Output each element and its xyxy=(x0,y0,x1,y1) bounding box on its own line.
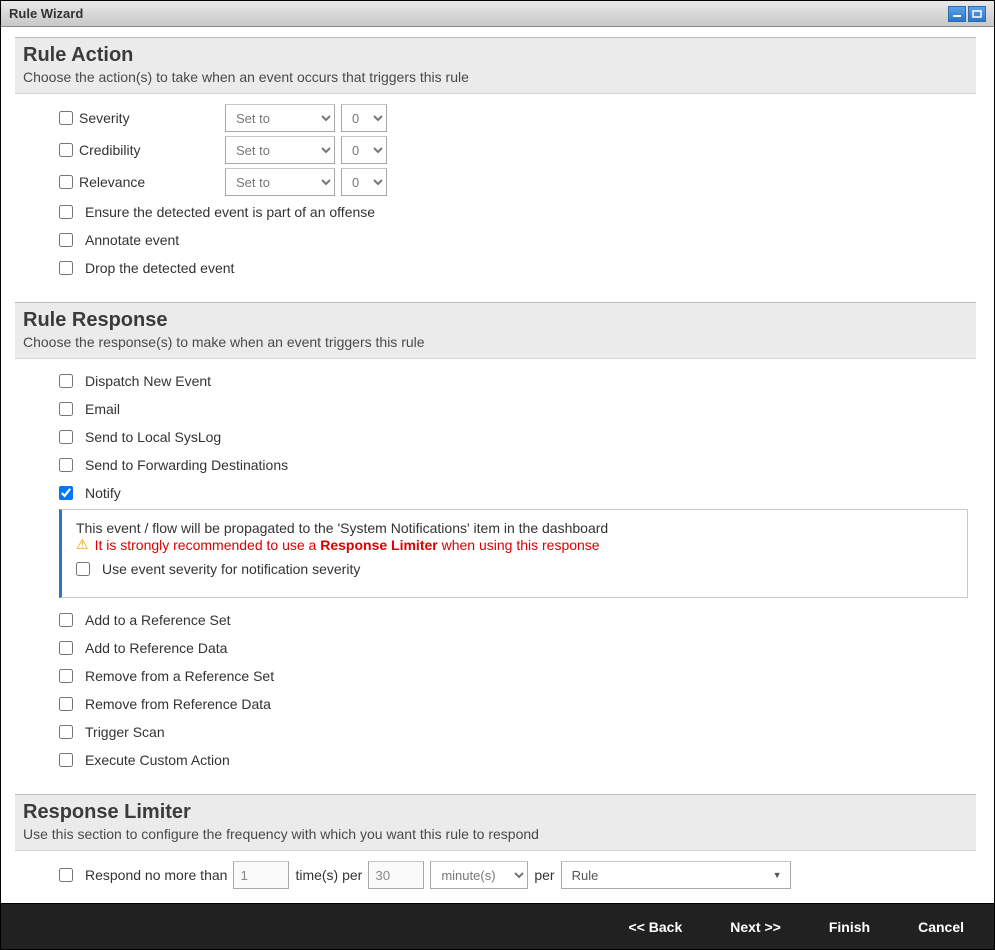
dispatch-checkbox[interactable] xyxy=(59,374,73,388)
notify-label: Notify xyxy=(85,485,121,501)
trigger-scan-label: Trigger Scan xyxy=(85,724,165,740)
rule-action-title: Rule Action xyxy=(23,44,968,67)
drop-checkbox[interactable] xyxy=(59,261,73,275)
relevance-label: Relevance xyxy=(79,174,145,190)
maximize-button[interactable] xyxy=(968,6,986,22)
warning-icon: ⚠ xyxy=(76,536,89,553)
email-label: Email xyxy=(85,401,120,417)
rule-response-title: Rule Response xyxy=(23,309,968,332)
severity-label: Severity xyxy=(79,110,130,126)
notify-warn-prefix: It is strongly recommended to use a xyxy=(95,537,321,553)
credibility-value-select[interactable]: 0 xyxy=(341,136,387,164)
notify-warn-suffix: when using this response xyxy=(438,537,600,553)
section-rule-response: Rule Response Choose the response(s) to … xyxy=(15,302,976,359)
custom-action-label: Execute Custom Action xyxy=(85,752,230,768)
limiter-per: per xyxy=(534,867,554,883)
rem-refset-checkbox[interactable] xyxy=(59,669,73,683)
rule-action-desc: Choose the action(s) to take when an eve… xyxy=(23,69,968,85)
add-refdata-checkbox[interactable] xyxy=(59,641,73,655)
finish-button[interactable]: Finish xyxy=(829,919,870,935)
custom-action-checkbox[interactable] xyxy=(59,753,73,767)
rem-refdata-label: Remove from Reference Data xyxy=(85,696,271,712)
notify-warn-bold: Response Limiter xyxy=(320,537,437,553)
notify-checkbox[interactable] xyxy=(59,486,73,500)
syslog-label: Send to Local SysLog xyxy=(85,429,221,445)
relevance-value-select[interactable]: 0 xyxy=(341,168,387,196)
use-severity-checkbox[interactable] xyxy=(76,562,90,576)
add-refset-checkbox[interactable] xyxy=(59,613,73,627)
severity-checkbox[interactable] xyxy=(59,111,73,125)
cancel-button[interactable]: Cancel xyxy=(918,919,964,935)
notify-panel-line1: This event / flow will be propagated to … xyxy=(76,520,953,536)
limiter-prefix: Respond no more than xyxy=(85,867,227,883)
limiter-scope-select[interactable]: Rule xyxy=(561,861,791,889)
dispatch-label: Dispatch New Event xyxy=(85,373,211,389)
ensure-offense-checkbox[interactable] xyxy=(59,205,73,219)
relevance-mode-select[interactable]: Set to xyxy=(225,168,335,196)
limiter-checkbox[interactable] xyxy=(59,868,73,882)
credibility-label: Credibility xyxy=(79,142,140,158)
annotate-label: Annotate event xyxy=(85,232,179,248)
titlebar: Rule Wizard xyxy=(1,1,994,27)
syslog-checkbox[interactable] xyxy=(59,430,73,444)
forward-checkbox[interactable] xyxy=(59,458,73,472)
add-refdata-label: Add to Reference Data xyxy=(85,640,227,656)
limiter-mid: time(s) per xyxy=(295,867,362,883)
ensure-offense-label: Ensure the detected event is part of an … xyxy=(85,204,375,220)
relevance-checkbox[interactable] xyxy=(59,175,73,189)
limiter-interval-input[interactable] xyxy=(368,861,424,889)
drop-label: Drop the detected event xyxy=(85,260,234,276)
use-severity-label: Use event severity for notification seve… xyxy=(102,561,360,577)
email-checkbox[interactable] xyxy=(59,402,73,416)
section-response-limiter: Response Limiter Use this section to con… xyxy=(15,794,976,851)
rem-refset-label: Remove from a Reference Set xyxy=(85,668,274,684)
wizard-footer: << Back Next >> Finish Cancel xyxy=(1,903,994,949)
limiter-times-input[interactable] xyxy=(233,861,289,889)
annotate-checkbox[interactable] xyxy=(59,233,73,247)
rule-response-desc: Choose the response(s) to make when an e… xyxy=(23,334,968,350)
section-rule-action: Rule Action Choose the action(s) to take… xyxy=(15,37,976,94)
limiter-desc: Use this section to configure the freque… xyxy=(23,826,968,842)
severity-mode-select[interactable]: Set to xyxy=(225,104,335,132)
limiter-unit-select[interactable]: minute(s) xyxy=(430,861,528,889)
back-button[interactable]: << Back xyxy=(629,919,683,935)
forward-label: Send to Forwarding Destinations xyxy=(85,457,288,473)
limiter-title: Response Limiter xyxy=(23,801,968,824)
rem-refdata-checkbox[interactable] xyxy=(59,697,73,711)
next-button[interactable]: Next >> xyxy=(730,919,781,935)
trigger-scan-checkbox[interactable] xyxy=(59,725,73,739)
notify-panel: This event / flow will be propagated to … xyxy=(59,509,968,598)
add-refset-label: Add to a Reference Set xyxy=(85,612,231,628)
credibility-mode-select[interactable]: Set to xyxy=(225,136,335,164)
scroll-area[interactable]: Rule Action Choose the action(s) to take… xyxy=(15,37,980,895)
severity-value-select[interactable]: 0 xyxy=(341,104,387,132)
credibility-checkbox[interactable] xyxy=(59,143,73,157)
minimize-button[interactable] xyxy=(948,6,966,22)
window-title: Rule Wizard xyxy=(9,6,83,21)
